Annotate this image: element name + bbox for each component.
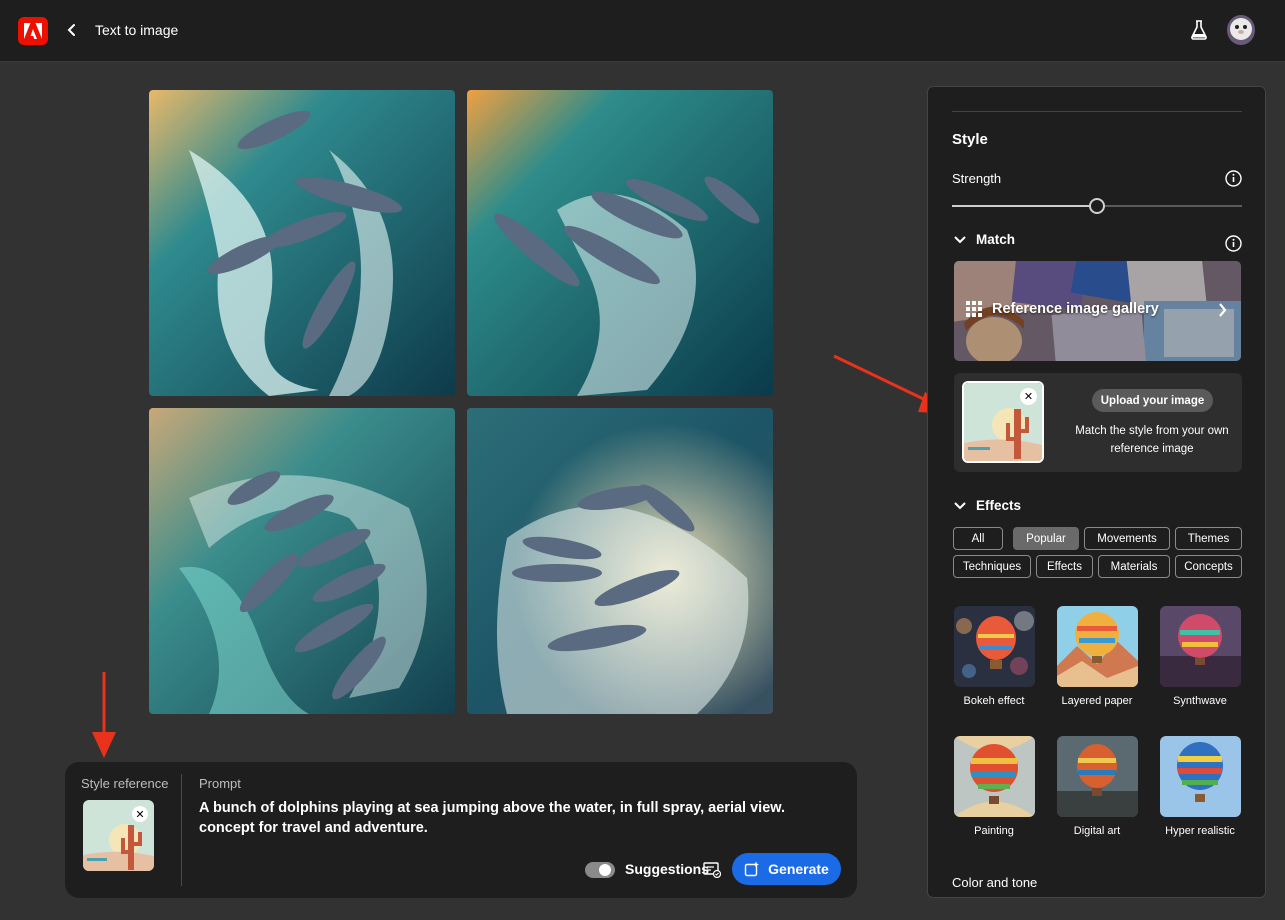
- effects-section-toggle[interactable]: Effects: [954, 498, 1021, 513]
- chip-popular[interactable]: Popular: [1013, 527, 1079, 550]
- effect-digital-art-thumbnail[interactable]: [1057, 736, 1138, 817]
- suggestions-settings-icon[interactable]: [702, 860, 722, 880]
- chevron-down-icon: [954, 235, 966, 243]
- match-info-icon[interactable]: [1224, 234, 1242, 252]
- effect-synthwave-label: Synthwave: [1173, 695, 1227, 707]
- labs-flask-icon[interactable]: [1188, 18, 1210, 42]
- chip-concepts[interactable]: Concepts: [1175, 555, 1242, 578]
- match-heading: Match: [976, 232, 1016, 247]
- reference-image-gallery[interactable]: Reference image gallery: [954, 261, 1241, 361]
- strength-slider-thumb[interactable]: [1089, 198, 1105, 214]
- effect-layered-paper-thumbnail[interactable]: [1057, 606, 1138, 687]
- annotation-arrow-down-icon: [92, 672, 116, 758]
- effect-painting-label: Painting: [974, 825, 1014, 837]
- prompt-label: Prompt: [199, 776, 241, 791]
- strength-slider-fill: [952, 205, 1098, 207]
- effect-painting-thumbnail[interactable]: [954, 736, 1035, 817]
- upload-reference-box: ✕ Upload your image Match the style from…: [954, 373, 1242, 472]
- adobe-logo-icon[interactable]: [18, 17, 48, 45]
- chevron-down-icon: [954, 501, 966, 509]
- effect-hyper-realistic-label: Hyper realistic: [1165, 825, 1235, 837]
- upload-description: Match the style from your own reference …: [1075, 425, 1229, 455]
- style-panel: Style Strength Match Reference image gal…: [927, 86, 1266, 898]
- generated-image-2[interactable]: [467, 90, 773, 396]
- back-chevron-icon[interactable]: [62, 18, 82, 42]
- grid-icon: [966, 301, 982, 317]
- prompt-bar: Style reference ✕ Prompt A bunch of dolp…: [65, 762, 857, 898]
- suggestions-toggle[interactable]: [585, 862, 615, 878]
- upload-image-button[interactable]: Upload your image: [1092, 389, 1213, 412]
- style-reference-label: Style reference: [81, 776, 169, 791]
- effect-layered-paper-label: Layered paper: [1061, 695, 1133, 707]
- chip-all[interactable]: All: [953, 527, 1003, 550]
- color-and-tone-heading[interactable]: Color and tone: [952, 875, 1037, 890]
- chip-movements[interactable]: Movements: [1084, 527, 1170, 550]
- page-title: Text to image: [95, 22, 179, 38]
- generated-image-3[interactable]: [149, 408, 455, 714]
- generate-button[interactable]: Generate: [732, 853, 841, 885]
- generated-image-1[interactable]: [149, 90, 455, 396]
- effect-hyper-realistic-thumbnail[interactable]: [1160, 736, 1241, 817]
- divider: [181, 774, 182, 886]
- remove-style-reference-button[interactable]: ✕: [132, 806, 148, 822]
- chip-materials[interactable]: Materials: [1098, 555, 1170, 578]
- style-heading: Style: [952, 131, 988, 148]
- effect-bokeh-thumbnail[interactable]: [954, 606, 1035, 687]
- chevron-right-icon: [1218, 303, 1227, 322]
- chip-techniques[interactable]: Techniques: [953, 555, 1031, 578]
- gallery-label: Reference image gallery: [992, 301, 1159, 317]
- effect-digital-art-label: Digital art: [1073, 825, 1121, 837]
- remove-uploaded-image-button[interactable]: ✕: [1020, 388, 1037, 405]
- chip-themes[interactable]: Themes: [1175, 527, 1242, 550]
- chip-effects[interactable]: Effects: [1036, 555, 1093, 578]
- generate-label: Generate: [768, 861, 829, 877]
- strength-info-icon[interactable]: [1224, 169, 1242, 187]
- user-avatar[interactable]: [1227, 15, 1255, 45]
- effect-synthwave-thumbnail[interactable]: [1160, 606, 1241, 687]
- app-header: Text to image: [0, 0, 1285, 62]
- generate-sparkle-icon: [744, 861, 760, 877]
- match-section-toggle[interactable]: Match: [954, 232, 1015, 247]
- suggestions-label: Suggestions: [625, 861, 710, 877]
- prompt-input[interactable]: A bunch of dolphins playing at sea jumpi…: [199, 798, 839, 838]
- panel-divider: [952, 111, 1242, 112]
- strength-label: Strength: [952, 171, 1002, 186]
- generated-image-4[interactable]: [467, 408, 773, 714]
- effects-heading: Effects: [976, 498, 1022, 513]
- effect-bokeh-label: Bokeh effect: [963, 695, 1025, 707]
